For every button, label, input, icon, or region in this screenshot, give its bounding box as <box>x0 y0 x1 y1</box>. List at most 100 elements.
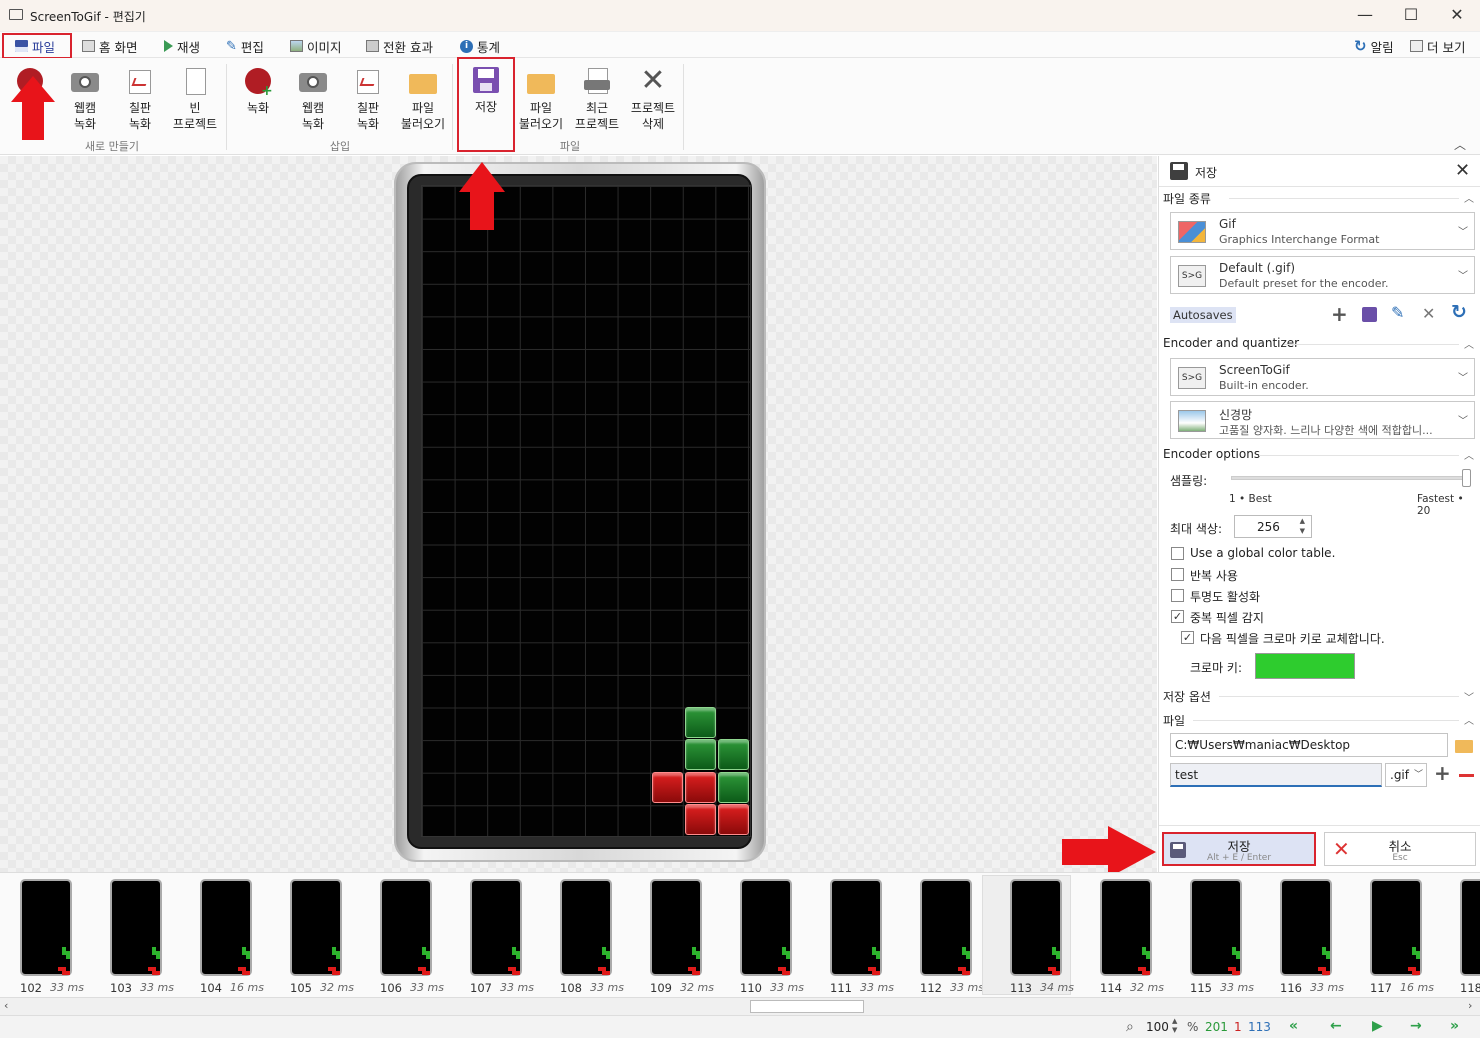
frame-thumbnail[interactable] <box>380 879 432 976</box>
divider <box>1159 186 1480 187</box>
frame-thumbnail[interactable] <box>1010 879 1062 976</box>
collapse-ribbon-icon[interactable]: ︿ <box>1454 136 1466 153</box>
first-frame-icon[interactable]: « <box>1289 1018 1298 1034</box>
save-preset-icon[interactable] <box>1362 307 1377 322</box>
frame-thumbnail[interactable] <box>470 879 522 976</box>
frame-thumbnail[interactable] <box>1370 879 1422 976</box>
scroll-left-icon[interactable]: ‹ <box>4 999 8 1012</box>
transition-icon <box>366 40 379 52</box>
frame-thumbnail[interactable] <box>290 879 342 976</box>
chroma-replace-checkbox[interactable]: ✓ <box>1181 631 1194 644</box>
quantizer-desc: 고품질 양자화. 느리나 다양한 색에 적합합니... <box>1219 424 1433 437</box>
red-block <box>652 772 683 803</box>
tab-file[interactable]: 파일 <box>2 33 72 59</box>
zoom-value[interactable]: 100 <box>1146 1020 1169 1034</box>
tab-edit[interactable]: ✎ 편집 <box>226 36 264 56</box>
frame-thumbnail[interactable] <box>1100 879 1152 976</box>
remove-icon[interactable]: ✕ <box>1422 304 1435 323</box>
frame-thumbnail[interactable] <box>1280 879 1332 976</box>
frame-thumbnail[interactable] <box>830 879 882 976</box>
file-load-button[interactable]: 파일 불러오기 <box>513 62 569 142</box>
previous-frame-icon[interactable]: ← <box>1330 1018 1342 1034</box>
ribbon-separator <box>683 64 684 150</box>
extension-value: .gif <box>1390 768 1409 782</box>
detect-duplicates-checkbox[interactable]: ✓ <box>1171 610 1184 623</box>
maximize-button[interactable]: ☐ <box>1388 0 1434 32</box>
save-ribbon-button[interactable]: 저장 <box>457 57 515 152</box>
insert-board-record-button[interactable]: 칠판 녹화 <box>340 62 396 142</box>
encoder-dropdown[interactable]: S>G ScreenToGif Built-in encoder. ﹀ <box>1170 358 1475 396</box>
frame-thumbnail[interactable] <box>1190 879 1242 976</box>
chevron-down-icon: ﹀ <box>1458 416 1468 427</box>
chevron-up-icon[interactable]: ︿ <box>1464 712 1474 727</box>
minimize-button[interactable]: — <box>1342 0 1388 32</box>
new-webcam-record-button[interactable]: 웹캠 녹화 <box>57 62 113 142</box>
add-file-icon[interactable]: + <box>1434 761 1451 785</box>
global-color-table-checkbox[interactable] <box>1171 547 1184 560</box>
zoom-stepper-icon[interactable]: ▲ ▼ <box>1172 1017 1177 1035</box>
frame-number: 109 <box>650 981 672 995</box>
tab-transitions[interactable]: 전환 효과 <box>366 36 433 56</box>
filename-input[interactable]: test <box>1170 763 1382 787</box>
more-button[interactable]: 더 보기 <box>1410 36 1465 56</box>
new-blank-project-button[interactable]: 빈 프로젝트 <box>167 62 223 142</box>
max-colors-value: 256 <box>1257 520 1280 534</box>
reset-icon[interactable]: ↻ <box>1451 301 1467 323</box>
frame-thumbnail[interactable] <box>110 879 162 976</box>
cancel-button[interactable]: ✕ 취소 Esc <box>1324 832 1476 866</box>
scrollbar-thumb[interactable] <box>750 1000 864 1013</box>
chevron-down-icon[interactable]: ﹀ <box>1464 689 1474 704</box>
add-icon[interactable]: + <box>1331 302 1348 326</box>
record-icon: + <box>243 66 273 98</box>
sampling-slider[interactable] <box>1231 469 1471 487</box>
tab-play[interactable]: 재생 <box>164 36 200 56</box>
scroll-right-icon[interactable]: › <box>1468 999 1472 1012</box>
delete-project-button[interactable]: ✕ 프로젝트 삭제 <box>625 62 681 142</box>
frame-thumbnail[interactable] <box>200 879 252 976</box>
frame-thumbnail[interactable] <box>920 879 972 976</box>
insert-webcam-record-button[interactable]: 웹캠 녹화 <box>285 62 341 142</box>
new-webcam-label-1: 웹캠 <box>73 101 97 115</box>
new-board-record-button[interactable]: 칠판 녹화 <box>112 62 168 142</box>
frame-thumbnail[interactable] <box>740 879 792 976</box>
close-panel-icon[interactable]: ✕ <box>1455 160 1470 181</box>
tab-statistics[interactable]: i 통계 <box>460 36 500 56</box>
next-frame-icon[interactable]: → <box>1410 1018 1422 1034</box>
output-folder-input[interactable]: C:₩Users₩maniac₩Desktop <box>1170 733 1448 757</box>
slider-thumb[interactable] <box>1462 469 1471 487</box>
last-frame-icon[interactable]: » <box>1450 1018 1459 1034</box>
edit-icon[interactable]: ✎ <box>1391 303 1404 322</box>
notifications-button[interactable]: ↻ 알림 <box>1354 36 1394 56</box>
file-format-dropdown[interactable]: Gif Graphics Interchange Format ﹀ <box>1170 212 1475 250</box>
frame-thumbnail[interactable] <box>20 879 72 976</box>
chevron-up-icon[interactable]: ︿ <box>1464 447 1474 462</box>
stepper-arrows-icon[interactable]: ▲ ▼ <box>1300 516 1305 536</box>
tab-image[interactable]: 이미지 <box>290 36 342 56</box>
play-icon[interactable]: ▶ <box>1372 1018 1383 1034</box>
insert-load-file-button[interactable]: 파일 불러오기 <box>395 62 451 142</box>
timeline-scrollbar[interactable]: ‹ › <box>0 997 1480 1015</box>
remove-file-icon[interactable] <box>1459 774 1474 777</box>
transparency-checkbox[interactable] <box>1171 589 1184 602</box>
frame-delay: 33 ms <box>1220 981 1254 994</box>
chevron-up-icon[interactable]: ︿ <box>1464 336 1474 351</box>
frame-thumbnail[interactable] <box>650 879 702 976</box>
quantizer-dropdown[interactable]: 신경망 고품질 양자화. 느리나 다양한 색에 적합합니... ﹀ <box>1170 401 1475 439</box>
save-icon <box>1170 162 1188 180</box>
close-window-button[interactable]: ✕ <box>1434 0 1480 32</box>
max-colors-stepper[interactable]: 256 ▲ ▼ <box>1234 515 1312 538</box>
recent-projects-button[interactable]: 최근 프로젝트 <box>569 62 625 142</box>
save-button[interactable]: 저장 Alt + E / Enter <box>1162 832 1316 866</box>
tab-home[interactable]: 홈 화면 <box>82 36 137 56</box>
chevron-up-icon[interactable]: ︿ <box>1464 190 1474 205</box>
autosaves-badge[interactable]: Autosaves <box>1170 307 1236 323</box>
save-shortcut-label: Alt + E / Enter <box>1206 853 1272 863</box>
folder-icon[interactable] <box>1455 740 1473 753</box>
preset-dropdown[interactable]: S>G Default (.gif) Default preset for th… <box>1170 256 1475 294</box>
frame-thumbnail[interactable] <box>560 879 612 976</box>
chroma-key-color-picker[interactable] <box>1255 653 1355 679</box>
frame-thumbnail[interactable] <box>1460 879 1480 976</box>
loop-checkbox[interactable] <box>1171 568 1184 581</box>
extension-select[interactable]: .gif ﹀ <box>1385 763 1427 787</box>
insert-record-button[interactable]: + 녹화 <box>230 62 286 142</box>
